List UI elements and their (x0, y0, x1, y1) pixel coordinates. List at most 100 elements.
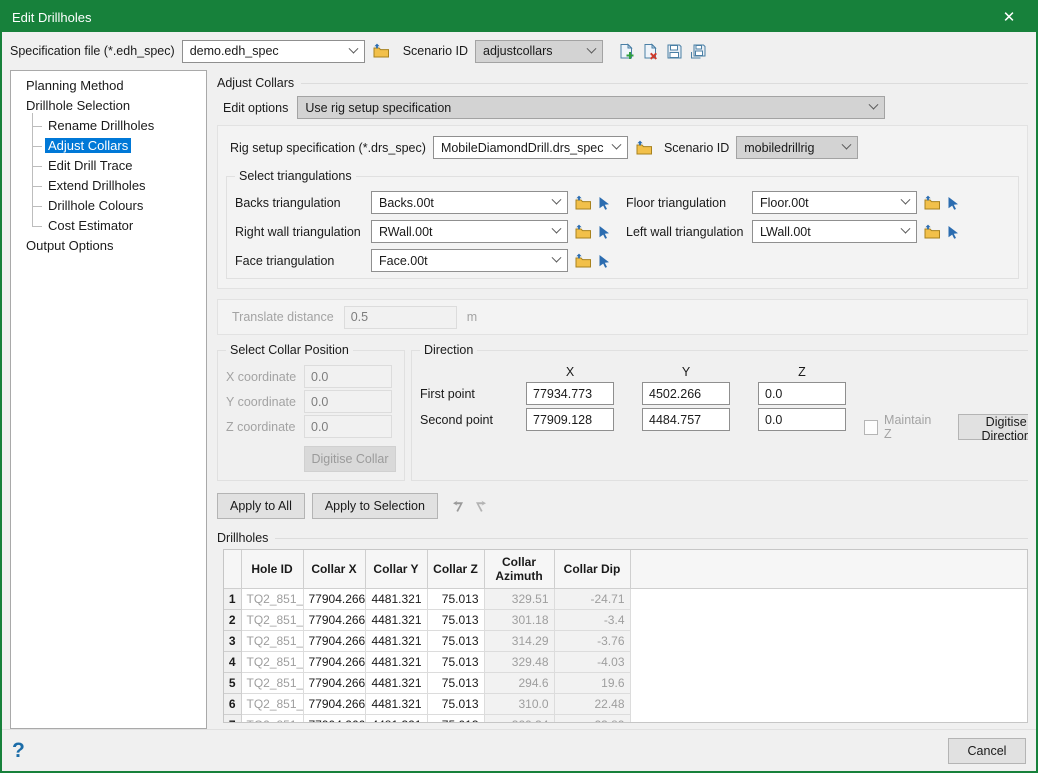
collar-z-cell[interactable]: 75.013 (427, 609, 484, 630)
help-icon[interactable]: ? (12, 739, 25, 763)
collar-z-cell[interactable]: 75.013 (427, 672, 484, 693)
col-header-collar-z[interactable]: Collar Z (427, 550, 484, 588)
hole-id-cell[interactable]: TQ2_851_1 (241, 672, 303, 693)
tree-item-planning-method[interactable]: Planning Method (11, 76, 206, 96)
collar-y-cell[interactable]: 4481.321 (365, 714, 427, 723)
face-pick-cursor-icon[interactable] (598, 254, 611, 268)
col-header-collar-dip[interactable]: Collar Dip (554, 550, 630, 588)
tree-item-rename-drillholes[interactable]: Rename Drillholes (32, 116, 206, 136)
collar-y-cell[interactable]: 4481.321 (365, 588, 427, 609)
collar-z-cell[interactable]: 75.013 (427, 651, 484, 672)
backs-pick-cursor-icon[interactable] (598, 196, 611, 210)
spec-file-combobox[interactable]: demo.edh_spec (182, 40, 365, 63)
collar-x-cell[interactable]: 77904.266 (303, 630, 365, 651)
first-point-x-field[interactable] (526, 382, 614, 405)
face-triangulation-combobox[interactable]: Face.00t (371, 249, 568, 272)
rig-spec-browse-folder-icon[interactable] (635, 140, 653, 156)
tree-item-drillhole-colours[interactable]: Drillhole Colours (32, 196, 206, 216)
face-browse-folder-icon[interactable] (574, 253, 592, 269)
tree-item-edit-drill-trace[interactable]: Edit Drill Trace (32, 156, 206, 176)
edit-drillholes-dialog: Edit Drillholes ✕ Specification file (*.… (0, 0, 1038, 773)
collar-x-cell[interactable]: 77904.266 (303, 651, 365, 672)
row-number[interactable]: 1 (224, 588, 241, 609)
chevron-down-icon (901, 195, 911, 205)
row-number[interactable]: 6 (224, 693, 241, 714)
row-number[interactable]: 5 (224, 672, 241, 693)
collar-x-cell[interactable]: 77904.266 (303, 588, 365, 609)
right-wall-browse-folder-icon[interactable] (574, 224, 592, 240)
hole-id-cell[interactable]: TQ2_851_1 (241, 693, 303, 714)
floor-triangulation-combobox[interactable]: Floor.00t (752, 191, 917, 214)
row-number[interactable]: 7 (224, 714, 241, 723)
col-header-hole-id[interactable]: Hole ID (241, 550, 303, 588)
right-wall-pick-cursor-icon[interactable] (598, 225, 611, 239)
collar-dip-cell: -3.76 (554, 630, 630, 651)
spec-browse-folder-icon[interactable] (372, 43, 390, 59)
x-coordinate-label: X coordinate (226, 370, 298, 384)
close-icon[interactable]: ✕ (992, 2, 1026, 32)
edit-options-label: Edit options (223, 101, 288, 115)
collar-dip-cell: 23.89 (554, 714, 630, 723)
left-wall-browse-folder-icon[interactable] (923, 224, 941, 240)
rig-spec-combobox[interactable]: MobileDiamondDrill.drs_spec (433, 136, 628, 159)
edit-options-combobox[interactable]: Use rig setup specification (297, 96, 885, 119)
hole-id-cell[interactable]: TQ2_851_1 (241, 609, 303, 630)
save-icon[interactable] (666, 43, 683, 60)
save-as-icon[interactable] (690, 43, 707, 60)
digitise-direction-button[interactable]: Digitise Direction (958, 414, 1028, 440)
tree-item-cost-estimator[interactable]: Cost Estimator (32, 216, 206, 236)
collar-y-cell[interactable]: 4481.321 (365, 630, 427, 651)
first-point-z-field[interactable] (758, 382, 846, 405)
collar-z-cell[interactable]: 75.013 (427, 630, 484, 651)
right-wall-triangulation-combobox[interactable]: RWall.00t (371, 220, 568, 243)
rig-scenario-combobox[interactable]: mobiledrillrig (736, 136, 858, 159)
left-wall-pick-cursor-icon[interactable] (947, 225, 960, 239)
collar-x-cell[interactable]: 77904.266 (303, 672, 365, 693)
tree-item-extend-drillholes[interactable]: Extend Drillholes (32, 176, 206, 196)
floor-triangulation-label: Floor triangulation (626, 196, 746, 210)
row-number[interactable]: 4 (224, 651, 241, 672)
first-point-y-field[interactable] (642, 382, 730, 405)
tree-item-drillhole-selection[interactable]: Drillhole Selection (11, 96, 206, 116)
collar-z-cell[interactable]: 75.013 (427, 588, 484, 609)
left-wall-triangulation-combobox[interactable]: LWall.00t (752, 220, 917, 243)
scenario-id-combobox[interactable]: adjustcollars (475, 40, 603, 63)
col-header-collar-y[interactable]: Collar Y (365, 550, 427, 588)
rig-spec-value: MobileDiamondDrill.drs_spec (441, 141, 604, 155)
table-row: 1 TQ2_851_1 77904.266 4481.321 75.013 32… (224, 588, 1027, 609)
tree-item-output-options[interactable]: Output Options (11, 236, 206, 256)
col-header-collar-azimuth[interactable]: Collar Azimuth (484, 550, 554, 588)
scenario-new-icon[interactable] (618, 43, 635, 60)
second-point-y-field[interactable] (642, 408, 730, 431)
hole-id-cell[interactable]: TQ2_851_1 (241, 651, 303, 672)
collar-y-cell[interactable]: 4481.321 (365, 693, 427, 714)
backs-triangulation-combobox[interactable]: Backs.00t (371, 191, 568, 214)
row-number[interactable]: 3 (224, 630, 241, 651)
hole-id-cell[interactable]: TQ2_851_1 (241, 630, 303, 651)
second-point-x-field[interactable] (526, 408, 614, 431)
collar-x-cell[interactable]: 77904.266 (303, 609, 365, 630)
apply-to-all-button[interactable]: Apply to All (217, 493, 305, 519)
hole-id-cell[interactable]: TQ2_851_1 (241, 714, 303, 723)
collar-z-cell[interactable]: 75.013 (427, 714, 484, 723)
hole-id-cell[interactable]: TQ2_851_1 (241, 588, 303, 609)
tree-item-adjust-collars[interactable]: Adjust Collars (32, 136, 206, 156)
row-number[interactable]: 2 (224, 609, 241, 630)
first-point-label: First point (420, 387, 498, 401)
floor-pick-cursor-icon[interactable] (947, 196, 960, 210)
collar-x-cell[interactable]: 77904.266 (303, 714, 365, 723)
cancel-button[interactable]: Cancel (948, 738, 1026, 764)
collar-x-cell[interactable]: 77904.266 (303, 693, 365, 714)
floor-browse-folder-icon[interactable] (923, 195, 941, 211)
z-coordinate-label: Z coordinate (226, 420, 298, 434)
collar-y-cell[interactable]: 4481.321 (365, 651, 427, 672)
scenario-delete-icon[interactable] (642, 43, 659, 60)
collar-y-cell[interactable]: 4481.321 (365, 609, 427, 630)
col-header-collar-x[interactable]: Collar X (303, 550, 365, 588)
backs-browse-folder-icon[interactable] (574, 195, 592, 211)
second-point-z-field[interactable] (758, 408, 846, 431)
collar-y-cell[interactable]: 4481.321 (365, 672, 427, 693)
chevron-down-icon (901, 224, 911, 234)
collar-z-cell[interactable]: 75.013 (427, 693, 484, 714)
apply-to-selection-button[interactable]: Apply to Selection (312, 493, 438, 519)
